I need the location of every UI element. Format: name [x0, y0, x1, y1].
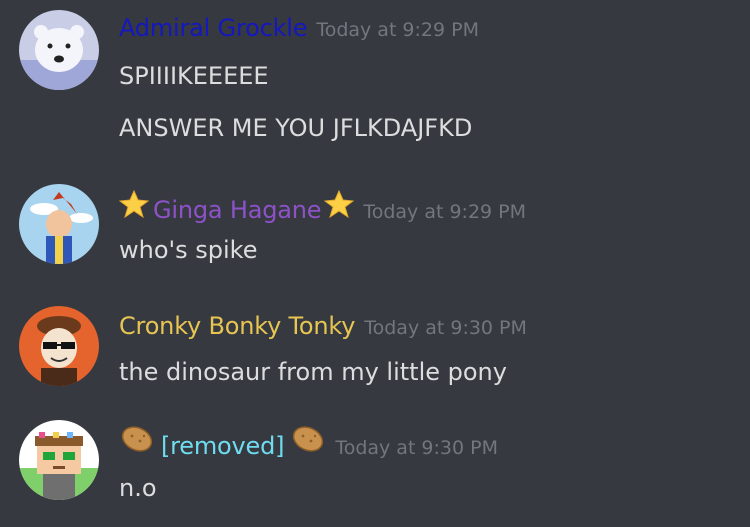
message-text: ANSWER ME YOU JFLKDAJFKD	[119, 114, 473, 142]
potato-icon	[119, 424, 155, 458]
username[interactable]: Cronky Bonky Tonky	[119, 312, 355, 340]
star-icon	[118, 189, 150, 222]
anime-boy-avatar[interactable]	[19, 184, 99, 264]
chat-message-list: Admiral Grockle Today at 9:29 PM SPIIIIK…	[0, 0, 750, 527]
username[interactable]: Ginga Hagane	[153, 196, 322, 224]
username[interactable]: Admiral Grockle	[119, 14, 308, 42]
message-text: SPIIIIKEEEEE	[119, 62, 269, 90]
timestamp: Today at 9:29 PM	[363, 201, 527, 223]
sunglasses-guy-avatar[interactable]	[19, 306, 99, 386]
message-text: n.o	[119, 474, 157, 502]
star-icon	[324, 189, 355, 222]
message-text: who's spike	[119, 236, 258, 264]
pixel-character-avatar[interactable]	[19, 420, 99, 500]
username[interactable]: [removed]	[161, 432, 285, 460]
timestamp: Today at 9:30 PM	[335, 437, 498, 459]
potato-icon	[290, 424, 326, 458]
timestamp: Today at 9:30 PM	[364, 317, 527, 339]
message-text: the dinosaur from my little pony	[119, 358, 507, 386]
timestamp: Today at 9:29 PM	[316, 19, 479, 41]
polar-bear-avatar[interactable]	[19, 10, 99, 90]
